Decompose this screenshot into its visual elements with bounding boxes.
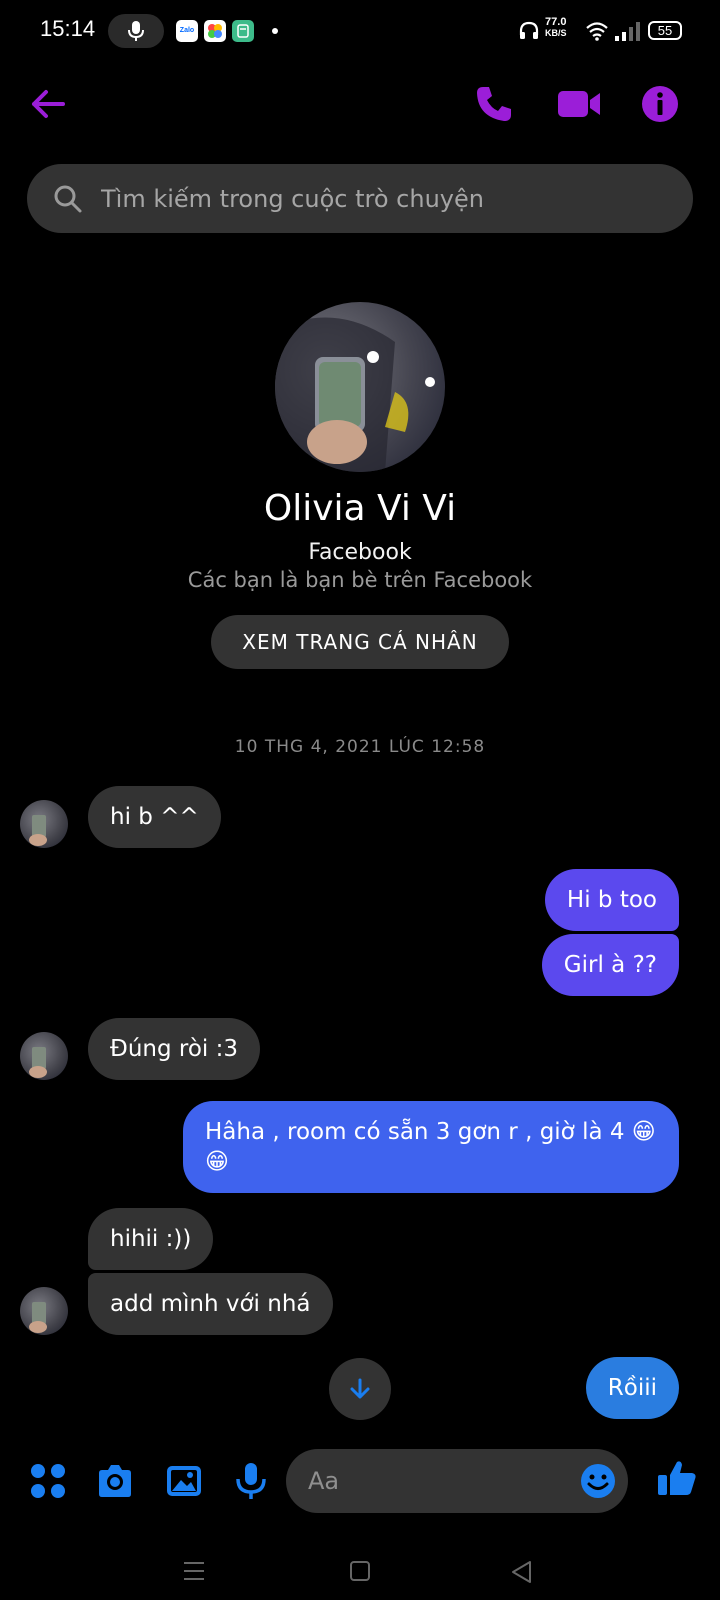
image-icon <box>167 1466 201 1496</box>
notification-dot <box>272 28 278 34</box>
speed-unit: KB/S <box>545 28 567 38</box>
view-profile-button[interactable]: XEM TRANG CÁ NHÂN <box>211 615 509 669</box>
sender-avatar[interactable] <box>20 1032 68 1080</box>
signal-icon <box>615 22 640 41</box>
sender-avatar[interactable] <box>20 800 68 848</box>
home-icon[interactable] <box>349 1560 371 1582</box>
video-camera-icon <box>558 91 600 117</box>
microphone-icon <box>236 1463 266 1499</box>
voice-message-button[interactable] <box>231 1461 271 1501</box>
arrow-left-icon <box>32 90 65 118</box>
gallery-button[interactable] <box>164 1461 204 1501</box>
search-icon <box>54 185 82 213</box>
zalo-app-icon: Zalo <box>176 20 198 42</box>
message-bubble-received[interactable]: add mình với nhá <box>88 1273 333 1335</box>
info-button[interactable] <box>640 84 680 124</box>
photos-app-icon <box>204 20 226 42</box>
relationship-label: Các bạn là bạn bè trên Facebook <box>187 568 533 592</box>
back-icon[interactable] <box>510 1560 532 1584</box>
arrow-down-icon <box>350 1378 370 1399</box>
message-bubble-received[interactable]: hihii :)) <box>88 1208 214 1270</box>
message-composer[interactable] <box>286 1449 628 1513</box>
message-bubble-sent[interactable]: Rồiii <box>585 1357 679 1419</box>
message-bubble-received[interactable]: hi b ^^ <box>88 786 221 848</box>
sender-avatar[interactable] <box>20 1287 68 1335</box>
search-input[interactable] <box>101 164 661 233</box>
contact-name: Olivia Vi Vi <box>263 488 457 529</box>
back-button[interactable] <box>28 84 68 124</box>
emoji-icon[interactable] <box>580 1463 616 1499</box>
network-speed: 77.0 KB/S <box>545 17 567 39</box>
conversation-timestamp: 10 THG 4, 2021 LÚC 12:58 <box>234 737 486 757</box>
platform-label: Facebook <box>308 540 412 565</box>
call-button[interactable] <box>474 84 514 124</box>
status-time: 15:14 <box>40 16 96 41</box>
battery-indicator: 55 <box>648 21 682 40</box>
apps-button[interactable] <box>28 1461 68 1501</box>
message-bubble-received[interactable]: Đúng ròi :3 <box>88 1018 260 1080</box>
speed-value: 77.0 <box>545 16 567 28</box>
apps-icon <box>31 1464 65 1498</box>
camera-button[interactable] <box>95 1461 135 1501</box>
message-bubble-sent[interactable]: Girl à ?? <box>541 934 679 996</box>
conversation-search[interactable] <box>27 164 693 233</box>
phone-icon <box>477 87 511 121</box>
info-icon <box>642 86 678 122</box>
recents-icon[interactable] <box>182 1560 206 1582</box>
message-bubble-sent[interactable]: Hi b too <box>544 869 679 931</box>
video-call-button[interactable] <box>556 84 602 124</box>
microphone-icon <box>128 21 144 41</box>
headphones-icon <box>519 21 539 39</box>
status-bar: 15:14 Zalo 77.0 KB/S 55 <box>0 0 720 62</box>
profile-avatar[interactable] <box>275 302 445 472</box>
mic-indicator <box>108 14 164 48</box>
scroll-to-bottom-button[interactable] <box>329 1358 391 1420</box>
camera-icon <box>99 1465 131 1497</box>
message-bubble-sent[interactable]: Hâha , room có sẵn 3 gơn r , giờ là 4 😁😁 <box>183 1101 679 1193</box>
wifi-icon <box>586 22 608 41</box>
message-input[interactable] <box>308 1449 568 1513</box>
like-button[interactable] <box>656 1457 698 1499</box>
calculator-app-icon <box>232 20 254 42</box>
thumbs-up-icon <box>658 1461 696 1495</box>
system-nav-bar <box>0 1540 720 1600</box>
